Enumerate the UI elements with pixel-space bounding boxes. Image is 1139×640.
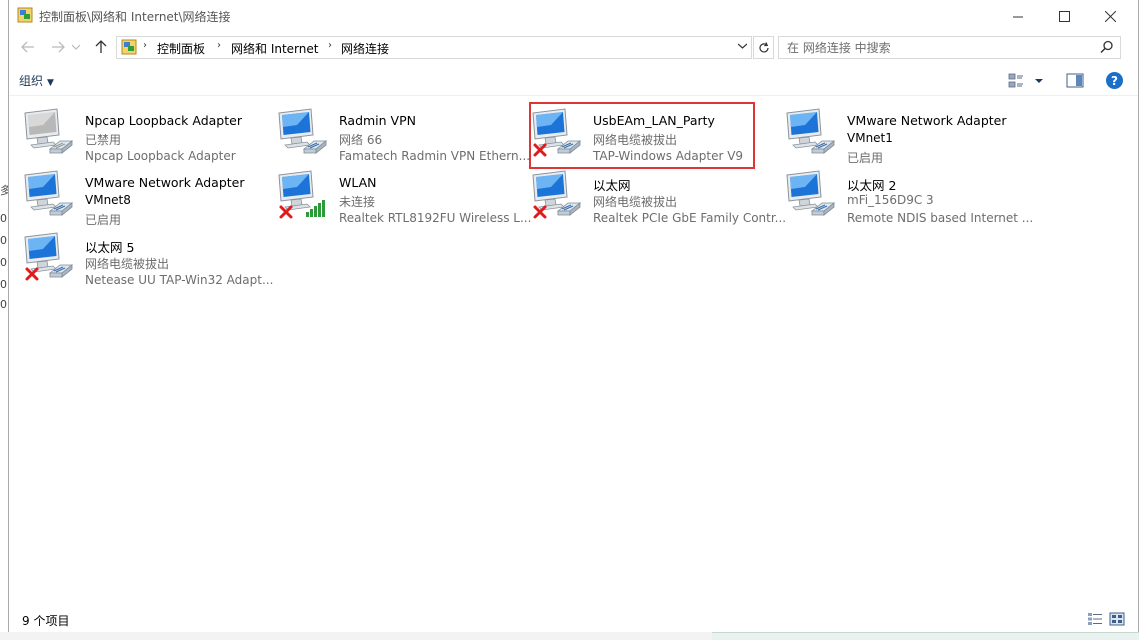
chevron-right-icon[interactable]: › bbox=[143, 40, 147, 51]
details-view-icon bbox=[1088, 613, 1102, 625]
address-bar[interactable]: › 控制面板 › 网络和 Internet › 网络连接 bbox=[116, 36, 752, 59]
search-box[interactable] bbox=[778, 36, 1121, 59]
forward-button[interactable] bbox=[47, 37, 69, 57]
window-title: 控制面板\网络和 Internet\网络连接 bbox=[39, 10, 231, 24]
adapter-name: 以太网 5 bbox=[85, 240, 135, 255]
adapter-status: 网络电缆被拔出 bbox=[85, 257, 170, 271]
address-dropdown-button[interactable] bbox=[737, 41, 748, 52]
adapter-item[interactable]: 以太网网络电缆被拔出 Realtek PCIe GbE Family Contr.… bbox=[531, 165, 786, 225]
adapter-device: Netease UU TAP-Win32 Adapt... bbox=[85, 273, 274, 287]
adapter-name: VMware Network Adapter bbox=[85, 175, 245, 190]
adapter-device: Realtek PCIe GbE Family Contr... bbox=[593, 211, 787, 225]
network-adapter-icon bbox=[23, 167, 77, 223]
network-adapter-icon bbox=[785, 105, 839, 161]
breadcrumb-network-internet[interactable]: 网络和 Internet bbox=[231, 40, 318, 57]
status-bar: 9 个项目 bbox=[9, 604, 1138, 632]
adapter-item[interactable]: VMware Network Adapter VMnet8 已启用 bbox=[23, 165, 273, 227]
adapter-device: Famatech Radmin VPN Ethern... bbox=[339, 149, 531, 163]
adapter-status: VMnet8 bbox=[85, 193, 131, 207]
adapter-name: VMware Network Adapter bbox=[847, 113, 1007, 128]
network-connections-icon bbox=[17, 7, 33, 23]
command-bar: 组织 ▼ ? bbox=[9, 66, 1138, 96]
item-count: 9 个项目 bbox=[22, 614, 70, 628]
maximize-button[interactable] bbox=[1041, 0, 1087, 32]
adapter-item[interactable]: 以太网 5 网络电缆被拔出 Netease UU TAP-Win32 Adapt..… bbox=[23, 227, 273, 287]
help-icon: ? bbox=[1111, 73, 1118, 88]
adapter-device: Npcap Loopback Adapter bbox=[85, 149, 236, 163]
taskbar-edge bbox=[0, 632, 1139, 640]
adapter-status: 已禁用 bbox=[85, 133, 122, 147]
title-bar: 控制面板\网络和 Internet\网络连接 bbox=[9, 0, 1138, 32]
adapter-device: Remote NDIS based Internet ... bbox=[847, 211, 1034, 225]
search-input[interactable] bbox=[787, 38, 1087, 57]
breadcrumb-control-panel[interactable]: 控制面板 bbox=[157, 40, 205, 57]
preview-pane-button[interactable] bbox=[1066, 73, 1084, 89]
highlight-box bbox=[529, 102, 755, 169]
close-button[interactable] bbox=[1087, 0, 1133, 32]
adapter-device: Realtek RTL8192FU Wireless L... bbox=[339, 211, 532, 225]
adapter-item[interactable]: Npcap Loopback Adapter 已禁用 Npcap Loopback … bbox=[23, 103, 273, 163]
search-icon[interactable] bbox=[1100, 40, 1114, 54]
adapter-name: WLAN bbox=[339, 175, 377, 190]
adapter-item[interactable]: WLAN 未连接 Realtek RTL8192FU Wireless L... bbox=[277, 165, 531, 225]
refresh-icon bbox=[758, 41, 769, 52]
details-view-button[interactable] bbox=[1087, 612, 1103, 626]
chevron-down-icon bbox=[737, 43, 748, 49]
caret-down-icon: ▼ bbox=[47, 78, 54, 88]
navigation-bar: › 控制面板 › 网络和 Internet › 网络连接 bbox=[9, 33, 1138, 61]
adapter-name: 以太网 bbox=[593, 178, 631, 193]
minimize-icon bbox=[1012, 16, 1023, 17]
adapter-name: Radmin VPN bbox=[339, 113, 416, 128]
recent-locations-button[interactable] bbox=[69, 37, 83, 57]
large-icons-view-button[interactable] bbox=[1109, 612, 1125, 626]
organize-label: 组织 bbox=[19, 74, 44, 88]
control-panel-icon bbox=[121, 39, 137, 55]
chevron-right-icon[interactable]: › bbox=[328, 40, 332, 51]
desktop-background-strip: 多00000 bbox=[0, 0, 11, 640]
network-adapter-icon bbox=[23, 229, 77, 285]
preview-pane-icon bbox=[1066, 73, 1084, 88]
organize-menu-button[interactable]: 组织 ▼ bbox=[19, 72, 54, 89]
wifi-adapter-icon bbox=[277, 167, 331, 223]
adapter-device: 已启用 bbox=[847, 151, 884, 165]
adapter-name: 以太网 2 bbox=[847, 178, 897, 193]
adapter-name: Npcap Loopback Adapter bbox=[85, 113, 242, 128]
arrow-up-icon bbox=[95, 40, 107, 53]
adapter-device: 已启用 bbox=[85, 213, 122, 227]
back-button[interactable] bbox=[17, 37, 39, 57]
large-icons-view-icon bbox=[1109, 612, 1125, 626]
adapter-status: VMnet1 bbox=[847, 131, 893, 145]
network-adapter-icon bbox=[23, 105, 77, 161]
network-adapter-icon bbox=[785, 167, 839, 223]
maximize-icon bbox=[1058, 10, 1070, 22]
chevron-right-icon[interactable]: › bbox=[217, 40, 221, 51]
close-icon bbox=[1104, 10, 1116, 22]
arrow-right-icon bbox=[52, 41, 65, 53]
adapter-status: 网络电缆被拔出 bbox=[593, 195, 678, 209]
network-adapter-icon bbox=[277, 105, 331, 161]
arrow-left-icon bbox=[21, 41, 34, 53]
explorer-window: 控制面板\网络和 Internet\网络连接 › 控制面板 › 网络和 Inte… bbox=[8, 0, 1139, 632]
change-view-button[interactable] bbox=[1008, 72, 1048, 90]
network-adapter-icon bbox=[531, 167, 585, 223]
adapter-item[interactable]: VMware Network Adapter VMnet1 已启用 bbox=[785, 103, 1035, 165]
adapter-list: Npcap Loopback Adapter 已禁用 Npcap Loopback … bbox=[9, 97, 1138, 602]
up-button[interactable] bbox=[90, 37, 112, 57]
view-options-icon bbox=[1008, 73, 1043, 88]
adapter-status: 网络 66 bbox=[339, 133, 383, 147]
chevron-down-icon bbox=[72, 44, 80, 50]
adapter-item[interactable]: 以太网 2 mFi_156D9C 3 Remote NDIS based Inter… bbox=[785, 165, 1035, 225]
minimize-button[interactable] bbox=[995, 0, 1041, 32]
breadcrumb-network-connections[interactable]: 网络连接 bbox=[341, 40, 389, 57]
adapter-item[interactable]: Radmin VPN 网络 66 Famatech Radmin VPN Ether… bbox=[277, 103, 531, 163]
adapter-status: 未连接 bbox=[339, 195, 376, 209]
refresh-button[interactable] bbox=[753, 36, 774, 59]
help-button[interactable]: ? bbox=[1106, 72, 1123, 89]
adapter-status: mFi_156D9C 3 bbox=[847, 193, 934, 207]
